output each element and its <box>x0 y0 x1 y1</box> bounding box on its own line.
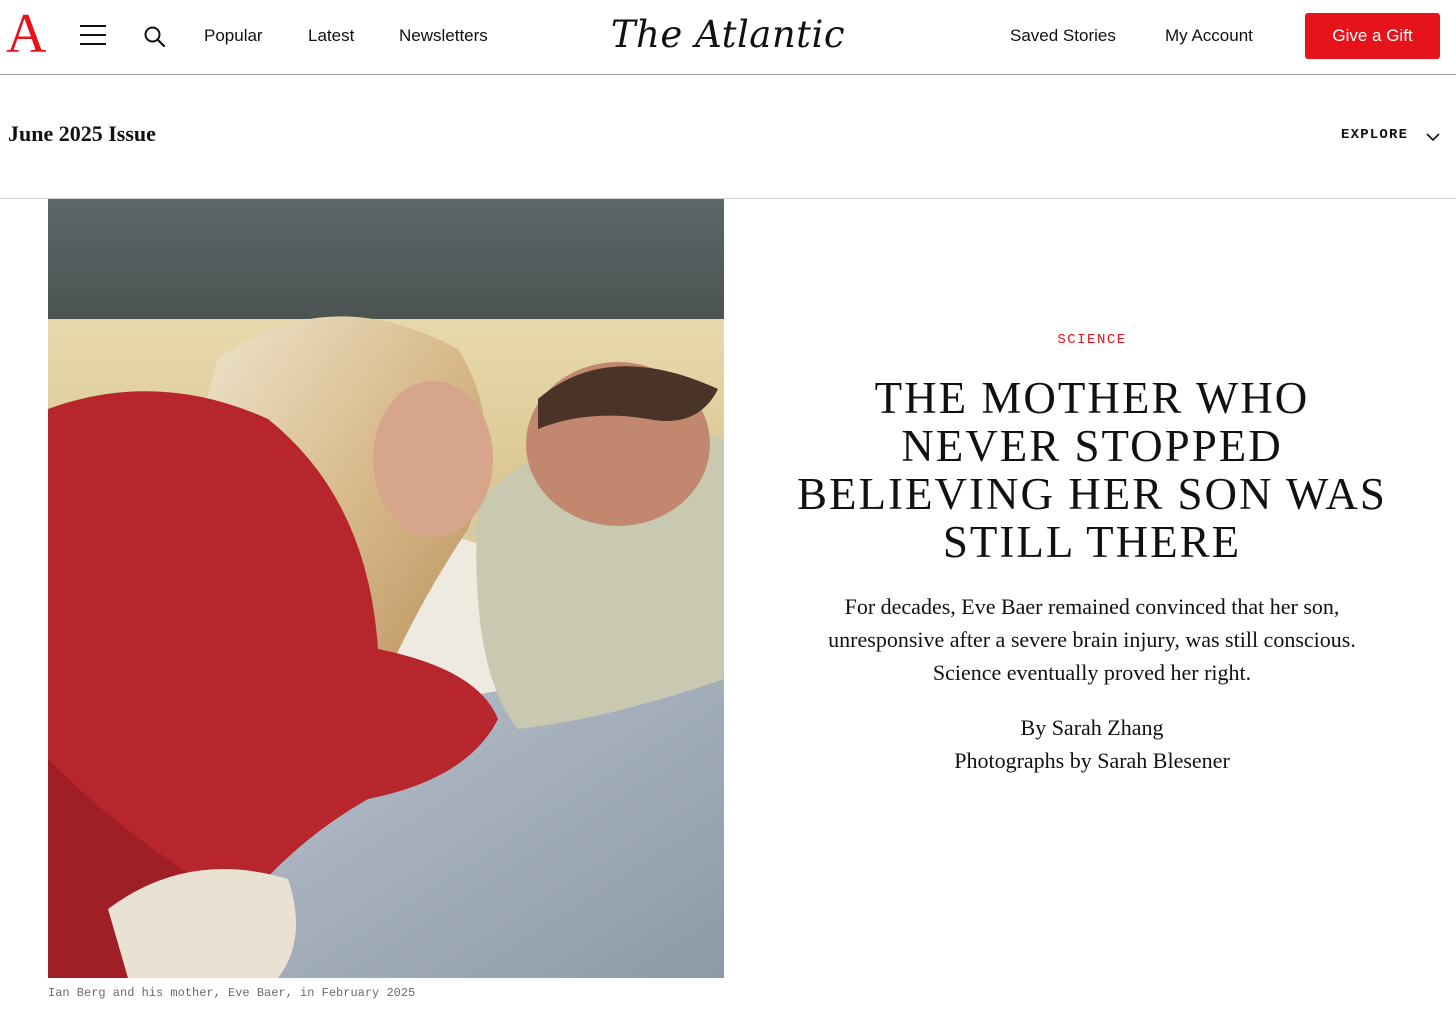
nav-link-newsletters[interactable]: Newsletters <box>399 25 488 47</box>
menu-icon[interactable] <box>80 25 106 46</box>
chevron-down-icon[interactable] <box>1426 129 1440 142</box>
article-dek: For decades, Eve Baer remained convinced… <box>828 594 1356 685</box>
nav-link-my-account[interactable]: My Account <box>1165 25 1253 47</box>
photo-caption: Ian Berg and his mother, Eve Baer, in Fe… <box>48 986 416 1000</box>
atlantic-logo[interactable]: A <box>6 6 46 62</box>
byline: By Sarah Zhang Photographs by Sarah Bles… <box>760 711 1424 777</box>
top-navigation: A Popular Latest Newsletters The Atlanti… <box>0 0 1456 75</box>
issue-title[interactable]: June 2025 Issue <box>8 121 156 147</box>
nav-link-latest[interactable]: Latest <box>308 25 354 47</box>
nav-link-saved-stories[interactable]: Saved Stories <box>1010 25 1116 47</box>
author-byline[interactable]: By Sarah Zhang <box>760 711 1424 744</box>
explore-button[interactable]: EXPLORE <box>1341 127 1408 143</box>
article-headline: The Mother Who Never Stopped Believing H… <box>797 373 1387 567</box>
photo-credit: Photographs by Sarah Blesener <box>954 748 1230 773</box>
give-a-gift-button[interactable]: Give a Gift <box>1305 13 1440 59</box>
nav-link-popular[interactable]: Popular <box>204 25 263 47</box>
hero-photo <box>48 199 724 978</box>
search-icon[interactable] <box>143 25 167 49</box>
article-header: SCIENCE The Mother Who Never Stopped Bel… <box>760 330 1424 777</box>
issue-bar: June 2025 Issue EXPLORE <box>0 75 1456 199</box>
section-label[interactable]: SCIENCE <box>1057 332 1126 348</box>
